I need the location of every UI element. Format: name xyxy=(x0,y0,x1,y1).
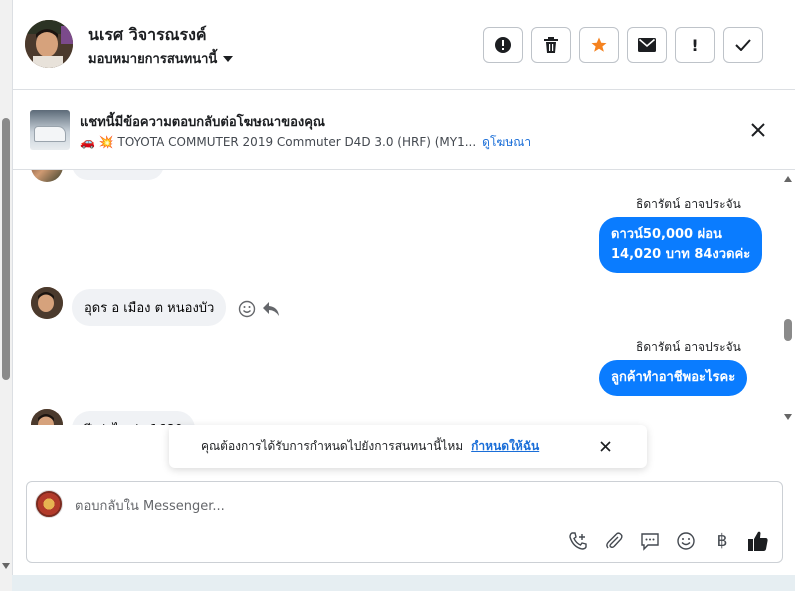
react-emoji-icon[interactable] xyxy=(238,300,256,318)
ad-reply-banner: แชทนี้มีข้อความตอบกลับต่อโฆษณาของคุณ 🚗 💥… xyxy=(13,91,795,170)
emoji-icon xyxy=(677,532,695,550)
message-text-line: 14,020 บาท 84งวดค่ะ xyxy=(611,247,751,262)
composer-tools: ฿ xyxy=(567,530,769,552)
mark-unread-button[interactable] xyxy=(627,27,667,63)
delete-button[interactable] xyxy=(531,27,571,63)
page-scrollbar-thumb[interactable] xyxy=(2,118,10,380)
call-button[interactable] xyxy=(567,530,589,552)
contact-name[interactable]: นเรศ วิจารณรงค์ xyxy=(88,23,207,48)
close-icon xyxy=(751,123,765,137)
ad-thumbnail[interactable] xyxy=(30,110,70,150)
dismiss-toast-button[interactable] xyxy=(597,438,613,454)
paperclip-icon xyxy=(606,532,623,549)
report-button[interactable] xyxy=(483,27,523,63)
message-bubble-incoming[interactable]: ปีเท่าไรเก่า 1680 xyxy=(72,411,195,425)
contact-avatar-small xyxy=(31,287,63,319)
done-button[interactable] xyxy=(723,27,763,63)
emoji-button[interactable] xyxy=(675,530,697,552)
message-bubble-incoming[interactable]: อุดร อ เมือง ต หนองบัว xyxy=(72,289,227,326)
header-actions: ! xyxy=(483,27,763,63)
message-actions xyxy=(238,300,280,318)
saved-replies-button[interactable] xyxy=(639,530,661,552)
caret-down-icon xyxy=(223,55,234,62)
close-icon xyxy=(599,440,611,452)
envelope-icon xyxy=(638,38,656,52)
thumbs-up-icon xyxy=(748,531,768,551)
sender-name: ธิดารัตน์ อาจประจัน xyxy=(636,340,741,354)
contact-avatar-small xyxy=(31,409,63,425)
follow-up-button[interactable]: ! xyxy=(675,27,715,63)
phone-plus-icon xyxy=(569,532,587,550)
message-bubble-incoming-partial[interactable] xyxy=(72,170,164,180)
conversation-panel: นเรศ วิจารณรงค์ มอบหมายการสนทนานี้ ! แชท… xyxy=(12,0,795,575)
message-scrollbar-thumb[interactable] xyxy=(784,319,792,341)
message-scrollbar[interactable] xyxy=(781,170,795,425)
star-button[interactable] xyxy=(579,27,619,63)
check-icon xyxy=(735,39,751,51)
reply-composer: ฿ xyxy=(26,481,783,563)
view-ad-link[interactable]: ดูโฆษณา xyxy=(482,135,531,149)
page-scroll-down-arrow[interactable] xyxy=(2,563,10,569)
conversation-header: นเรศ วิจารณรงค์ มอบหมายการสนทนานี้ ! xyxy=(13,0,795,90)
message-text-line: ดาวน์50,000 ผ่อน xyxy=(611,227,722,242)
ad-banner-title: แชทนี้มีข้อความตอบกลับต่อโฆษณาของคุณ xyxy=(80,115,325,130)
payment-button[interactable]: ฿ xyxy=(711,530,733,552)
trash-icon xyxy=(544,37,558,53)
ad-banner-subtitle: 🚗 💥 TOYOTA COMMUTER 2019 Commuter D4D 3.… xyxy=(80,133,531,152)
assign-to-me-link[interactable]: กำหนดให้ฉัน xyxy=(471,437,539,456)
page-scrollbar[interactable] xyxy=(0,0,12,591)
assign-conversation-dropdown[interactable]: มอบหมายการสนทนานี้ xyxy=(88,48,234,69)
ad-title-text: 🚗 💥 TOYOTA COMMUTER 2019 Commuter D4D 3.… xyxy=(80,135,477,149)
message-bubble-outgoing[interactable]: ดาวน์50,000 ผ่อน 14,020 บาท 84งวดค่ะ xyxy=(599,217,763,273)
reply-input[interactable] xyxy=(75,496,755,516)
bottom-strip xyxy=(12,575,795,591)
scroll-up-arrow[interactable] xyxy=(784,176,792,182)
chat-bubble-icon xyxy=(641,533,659,551)
assign-label: มอบหมายการสนทนานี้ xyxy=(88,52,218,67)
message-bubble-outgoing[interactable]: ลูกค้าทำอาชีพอะไรคะ xyxy=(599,360,748,396)
sender-name: ธิดารัตน์ อาจประจัน xyxy=(636,197,741,211)
like-button[interactable] xyxy=(747,530,769,552)
contact-avatar-small xyxy=(31,170,63,182)
message-list[interactable]: ธิดารัตน์ อาจประจัน ดาวน์50,000 ผ่อน 14,… xyxy=(13,170,795,425)
page-avatar xyxy=(35,490,63,518)
baht-icon: ฿ xyxy=(716,531,728,551)
exclamation-icon: ! xyxy=(691,35,699,55)
reply-icon[interactable] xyxy=(262,301,280,317)
scroll-down-arrow[interactable] xyxy=(784,414,792,420)
contact-avatar[interactable] xyxy=(25,20,73,68)
assign-prompt-text: คุณต้องการได้รับการกำหนดไปยังการสนทนานี้… xyxy=(201,439,464,453)
star-icon xyxy=(591,37,607,52)
attach-button[interactable] xyxy=(603,530,625,552)
close-banner-button[interactable] xyxy=(747,119,769,141)
alert-circle-icon xyxy=(495,37,511,53)
assign-prompt-toast: คุณต้องการได้รับการกำหนดไปยังการสนทนานี้… xyxy=(169,425,647,468)
